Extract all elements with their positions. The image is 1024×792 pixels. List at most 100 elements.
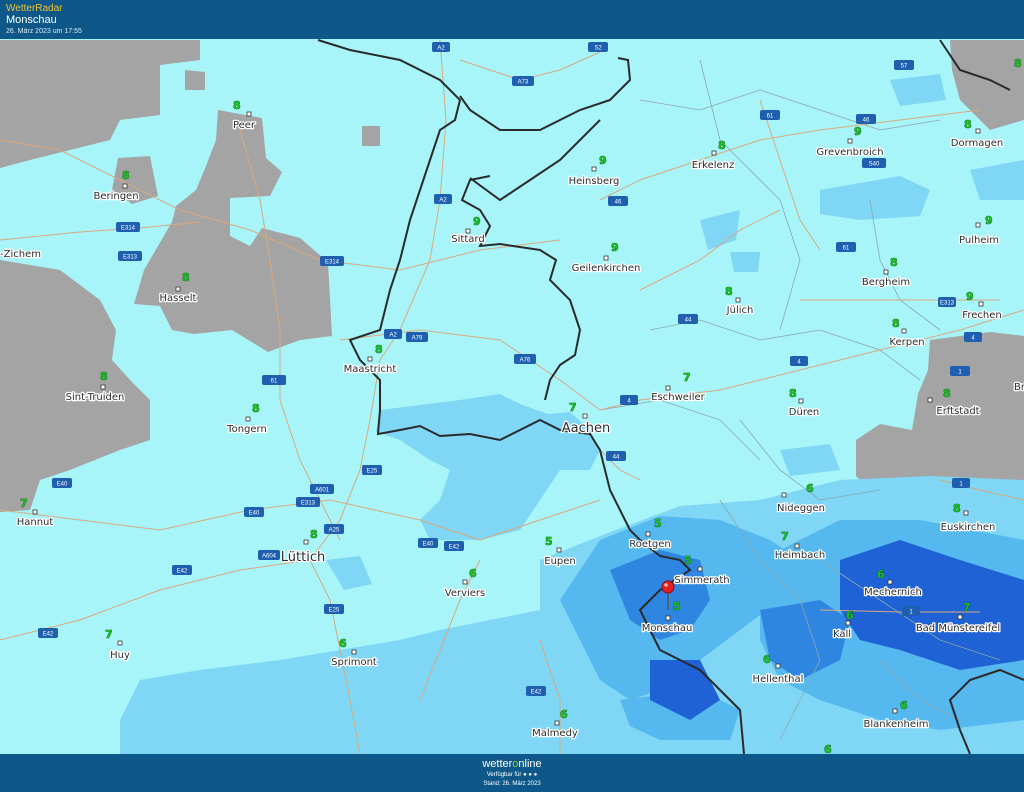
city-value: 9 xyxy=(985,214,993,227)
city-value: 9 xyxy=(599,154,607,167)
road-label: 44 xyxy=(613,455,620,461)
road-label: E40 xyxy=(57,482,68,488)
city-name: Sint-Truiden xyxy=(66,392,125,403)
road-label: 61 xyxy=(843,246,850,252)
city-value: 8 xyxy=(964,118,972,131)
logo-part: nline xyxy=(518,758,542,770)
android-icon: ● xyxy=(528,772,532,778)
city-name: Lüttich xyxy=(281,550,325,565)
road-label: 46 xyxy=(615,200,622,206)
city-name: Kall xyxy=(833,629,851,640)
city-name: Aachen xyxy=(562,421,610,436)
road-label: A25 xyxy=(329,528,340,534)
city-name: Pulheim xyxy=(959,235,999,246)
road-label: A604 xyxy=(262,554,277,560)
edge-value: 8 xyxy=(1014,57,1022,70)
cloud-area-small xyxy=(185,70,205,90)
city-value: 5 xyxy=(545,535,553,548)
logo-part: wetter xyxy=(482,758,513,770)
edge-value: 6 xyxy=(824,743,832,754)
wetteronline-logo[interactable]: wetteronline xyxy=(0,758,1024,770)
city-name: Huy xyxy=(110,650,130,661)
data-stand: Stand: 26. März 2023 xyxy=(483,781,541,787)
city-value: 5 xyxy=(673,600,681,613)
road-label: A601 xyxy=(315,488,330,494)
road-label: E313 xyxy=(123,255,138,261)
city-name: Düren xyxy=(789,407,819,418)
city-value: 6 xyxy=(877,568,885,581)
app-header: WetterRadar Monschau 26. März 2023 um 17… xyxy=(0,0,1024,39)
city-value: 6 xyxy=(469,567,477,580)
city-name: Jülich xyxy=(726,305,754,316)
city-value: 8 xyxy=(718,139,726,152)
city-name: Frechen xyxy=(962,310,1001,321)
city-value: 7 xyxy=(683,371,691,384)
availability-line: Verfügbar für ● ● ● xyxy=(0,772,1024,778)
road-label: E42 xyxy=(177,569,188,575)
city-name: Erftstadt xyxy=(936,406,979,417)
city-value: 6 xyxy=(806,482,814,495)
city-value: 8 xyxy=(233,99,241,112)
city-value: 8 xyxy=(310,528,318,541)
city-value: 7 xyxy=(105,628,113,641)
road-label: S40 xyxy=(869,162,880,168)
city-value: 7 xyxy=(20,497,28,510)
city-name: Tongern xyxy=(226,424,267,435)
city-name: Peer xyxy=(233,120,256,131)
road-label: S2 xyxy=(594,46,602,52)
city-value: 8 xyxy=(789,387,797,400)
city-name: Heinsberg xyxy=(569,176,620,187)
city-value: 8 xyxy=(182,271,190,284)
city-name: Maastricht xyxy=(344,364,397,375)
road-label: E40 xyxy=(423,542,434,548)
city-name: Roetgen xyxy=(629,539,671,550)
radar-map[interactable]: A2 A73 S2 57 61 46 S40 E314 E313 A2 46 E… xyxy=(0,39,1024,754)
city-name: Hasselt xyxy=(160,293,197,304)
city-name: Sittard xyxy=(451,234,484,245)
city-value: 6 xyxy=(339,637,347,650)
app-footer: wetteronline Verfügbar für ● ● ● Stand: … xyxy=(0,754,1024,792)
city-name: Verviers xyxy=(445,588,486,599)
city-name: Malmedy xyxy=(532,728,578,739)
road-label: A73 xyxy=(518,80,529,86)
road-label: A76 xyxy=(520,358,531,364)
road-label: E25 xyxy=(329,608,340,614)
city-name: Heimbach xyxy=(775,550,826,561)
city-name: Monschau xyxy=(642,623,693,634)
road-label: E314 xyxy=(121,226,136,232)
city-name: Bergheim xyxy=(862,277,910,288)
availability-text: Verfügbar für xyxy=(486,772,524,778)
city-name: Eupen xyxy=(544,556,576,567)
city-value: 8 xyxy=(375,343,383,356)
city-name: Euskirchen xyxy=(941,522,996,533)
city-name: Nideggen xyxy=(777,503,825,514)
road-label: E40 xyxy=(249,511,260,517)
city-value: 9 xyxy=(854,125,862,138)
road-label: A2 xyxy=(439,198,447,204)
city-value: 5 xyxy=(684,554,692,567)
city-value: 8 xyxy=(725,285,733,298)
road-label: E313 xyxy=(940,301,955,307)
city-value: 7 xyxy=(569,401,577,414)
radar-map-svg[interactable]: A2 A73 S2 57 61 46 S40 E314 E313 A2 46 E… xyxy=(0,39,1024,754)
edge-label: Br xyxy=(1014,382,1024,393)
city-name: Hannut xyxy=(17,517,54,528)
timestamp: 26. März 2023 um 17:55 xyxy=(6,28,82,35)
location-title: Monschau xyxy=(6,14,57,26)
city-name: Simmerath xyxy=(674,575,729,586)
city-value: 9 xyxy=(473,215,481,228)
city-value: 9 xyxy=(611,241,619,254)
city-name: Dormagen xyxy=(951,138,1003,149)
city-name: Geilenkirchen xyxy=(572,263,641,274)
city-name: Eschweiler xyxy=(651,392,705,403)
city-name: Hellenthal xyxy=(753,674,804,685)
edge-label: -Zichem xyxy=(0,249,41,260)
road-label: E42 xyxy=(449,545,460,551)
road-label: A79 xyxy=(412,336,423,342)
city-name: Kerpen xyxy=(889,337,924,348)
road-label: E313 xyxy=(301,501,316,507)
city-value: 6 xyxy=(846,609,854,622)
city-value: 6 xyxy=(763,653,771,666)
city-value: 8 xyxy=(892,317,900,330)
city-name: Bad Münstereifel xyxy=(916,623,1000,634)
